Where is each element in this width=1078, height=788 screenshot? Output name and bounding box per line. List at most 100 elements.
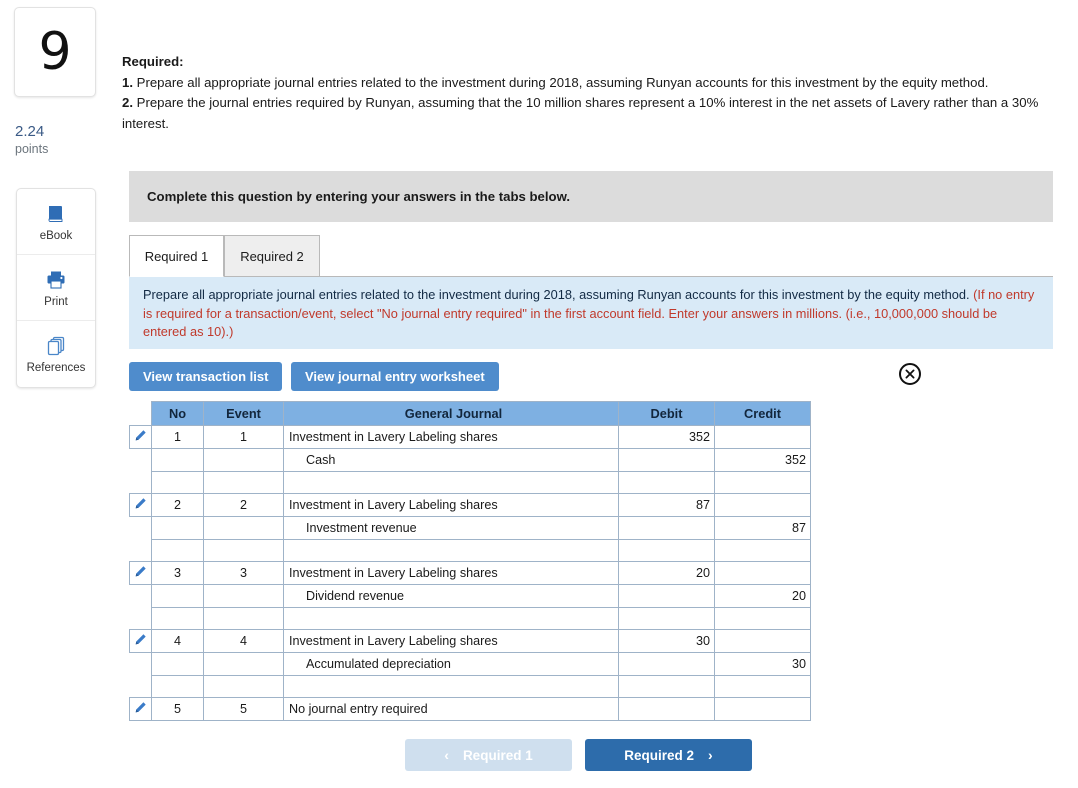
view-journal-entry-worksheet-button[interactable]: View journal entry worksheet: [291, 362, 499, 391]
edit-cell: [130, 449, 152, 472]
edit-row-icon[interactable]: [134, 701, 147, 717]
cell-general-journal[interactable]: [283, 471, 619, 494]
cell-credit[interactable]: 20: [714, 584, 811, 608]
tool-card: eBook Print References: [16, 188, 96, 388]
cell-general-journal[interactable]: Dividend revenue: [283, 584, 619, 608]
cell-general-journal[interactable]: Cash: [283, 448, 619, 472]
cell-event: [203, 516, 284, 540]
cell-general-journal[interactable]: [283, 539, 619, 562]
cell-no: [151, 539, 204, 562]
cell-debit[interactable]: [618, 584, 715, 608]
ebook-button[interactable]: eBook: [17, 189, 95, 255]
cell-debit[interactable]: [618, 652, 715, 676]
cell-event: 1: [203, 425, 284, 449]
cell-credit[interactable]: 87: [714, 516, 811, 540]
cell-credit[interactable]: [714, 607, 811, 630]
required-statement: Required: 1. Prepare all appropriate jou…: [122, 52, 1054, 134]
cell-debit[interactable]: [618, 448, 715, 472]
edit-cell[interactable]: [129, 493, 152, 517]
edit-row-icon[interactable]: [134, 633, 147, 649]
cell-no: 2: [151, 493, 204, 517]
cell-debit[interactable]: 352: [618, 425, 715, 449]
cell-debit[interactable]: [618, 471, 715, 494]
edit-cell[interactable]: [129, 629, 152, 653]
cell-debit[interactable]: [618, 697, 715, 721]
edit-row-icon[interactable]: [134, 565, 147, 581]
next-requirement-button[interactable]: Required 2 ›: [585, 739, 752, 771]
cell-credit[interactable]: [714, 629, 811, 653]
cell-event: [203, 539, 284, 562]
cell-credit[interactable]: [714, 493, 811, 517]
edit-cell: [130, 653, 152, 676]
cell-debit[interactable]: 30: [618, 629, 715, 653]
close-circle-icon[interactable]: [898, 362, 922, 386]
cell-general-journal[interactable]: [283, 675, 619, 698]
cell-credit[interactable]: [714, 697, 811, 721]
required-item-2-number: 2.: [122, 95, 133, 110]
cell-event: 3: [203, 561, 284, 585]
cell-general-journal[interactable]: [283, 607, 619, 630]
cell-debit[interactable]: [618, 675, 715, 698]
journal-entry-table-body: 1 1 Investment in Lavery Labeling shares 35…: [129, 425, 811, 721]
table-row: 3 3 Investment in Lavery Labeling shares 20: [129, 561, 811, 585]
print-button[interactable]: Print: [17, 255, 95, 321]
cell-general-journal[interactable]: Investment in Lavery Labeling shares: [283, 561, 619, 585]
table-row: Cash 352: [130, 448, 811, 472]
edit-cell[interactable]: [129, 425, 152, 449]
cell-credit[interactable]: 352: [714, 448, 811, 472]
cell-general-journal[interactable]: No journal entry required: [283, 697, 619, 721]
cell-debit[interactable]: 20: [618, 561, 715, 585]
cell-debit[interactable]: [618, 607, 715, 630]
cell-event: 5: [203, 697, 284, 721]
cell-general-journal[interactable]: Accumulated depreciation: [283, 652, 619, 676]
table-header-edit: [130, 402, 152, 426]
tab-required-1[interactable]: Required 1: [129, 235, 224, 277]
cell-credit[interactable]: [714, 425, 811, 449]
view-transaction-list-button[interactable]: View transaction list: [129, 362, 283, 391]
edit-cell[interactable]: [129, 561, 152, 585]
question-number: 9: [38, 22, 72, 82]
edit-row-icon[interactable]: [134, 429, 147, 445]
cell-credit[interactable]: [714, 539, 811, 562]
cell-general-journal[interactable]: Investment in Lavery Labeling shares: [283, 425, 619, 449]
table-row: Dividend revenue 20: [130, 584, 811, 608]
table-row: 1 1 Investment in Lavery Labeling shares 35…: [129, 425, 811, 449]
cell-debit[interactable]: [618, 516, 715, 540]
cell-event: 2: [203, 493, 284, 517]
cell-credit[interactable]: [714, 561, 811, 585]
tab-required-1-label: Required 1: [144, 248, 209, 264]
references-label: References: [26, 362, 86, 374]
edit-cell[interactable]: [129, 697, 152, 721]
edit-cell: [130, 472, 152, 494]
previous-requirement-button[interactable]: ‹ Required 1: [405, 739, 572, 771]
complete-question-banner-text: Complete this question by entering your …: [147, 189, 571, 204]
table-row: Accumulated depreciation 30: [130, 652, 811, 676]
cell-credit[interactable]: 30: [714, 652, 811, 676]
cell-no: [151, 584, 204, 608]
cell-no: [151, 471, 204, 494]
references-button[interactable]: References: [17, 321, 95, 387]
ebook-label: eBook: [39, 229, 73, 242]
cell-no: 5: [151, 697, 204, 721]
table-row: [130, 471, 811, 494]
cell-event: [203, 675, 284, 698]
cell-general-journal[interactable]: Investment in Lavery Labeling shares: [283, 493, 619, 517]
cell-debit[interactable]: 87: [618, 493, 715, 517]
cell-event: [203, 584, 284, 608]
points-value: 2.24: [15, 123, 45, 140]
required-item-1-text: Prepare all appropriate journal entries …: [133, 74, 989, 90]
table-row: [130, 607, 811, 630]
cell-event: 4: [203, 629, 284, 653]
cell-debit[interactable]: [618, 539, 715, 562]
cell-no: 4: [151, 629, 204, 653]
next-requirement-label: Required 2: [624, 747, 695, 763]
cell-general-journal[interactable]: Investment revenue: [283, 516, 619, 540]
cell-credit[interactable]: [714, 471, 811, 494]
cell-credit[interactable]: [714, 675, 811, 698]
edit-cell: [130, 585, 152, 608]
cell-no: [151, 675, 204, 698]
cell-no: 1: [151, 425, 204, 449]
cell-general-journal[interactable]: Investment in Lavery Labeling shares: [283, 629, 619, 653]
edit-row-icon[interactable]: [134, 497, 147, 513]
tab-required-2[interactable]: Required 2: [224, 235, 320, 277]
